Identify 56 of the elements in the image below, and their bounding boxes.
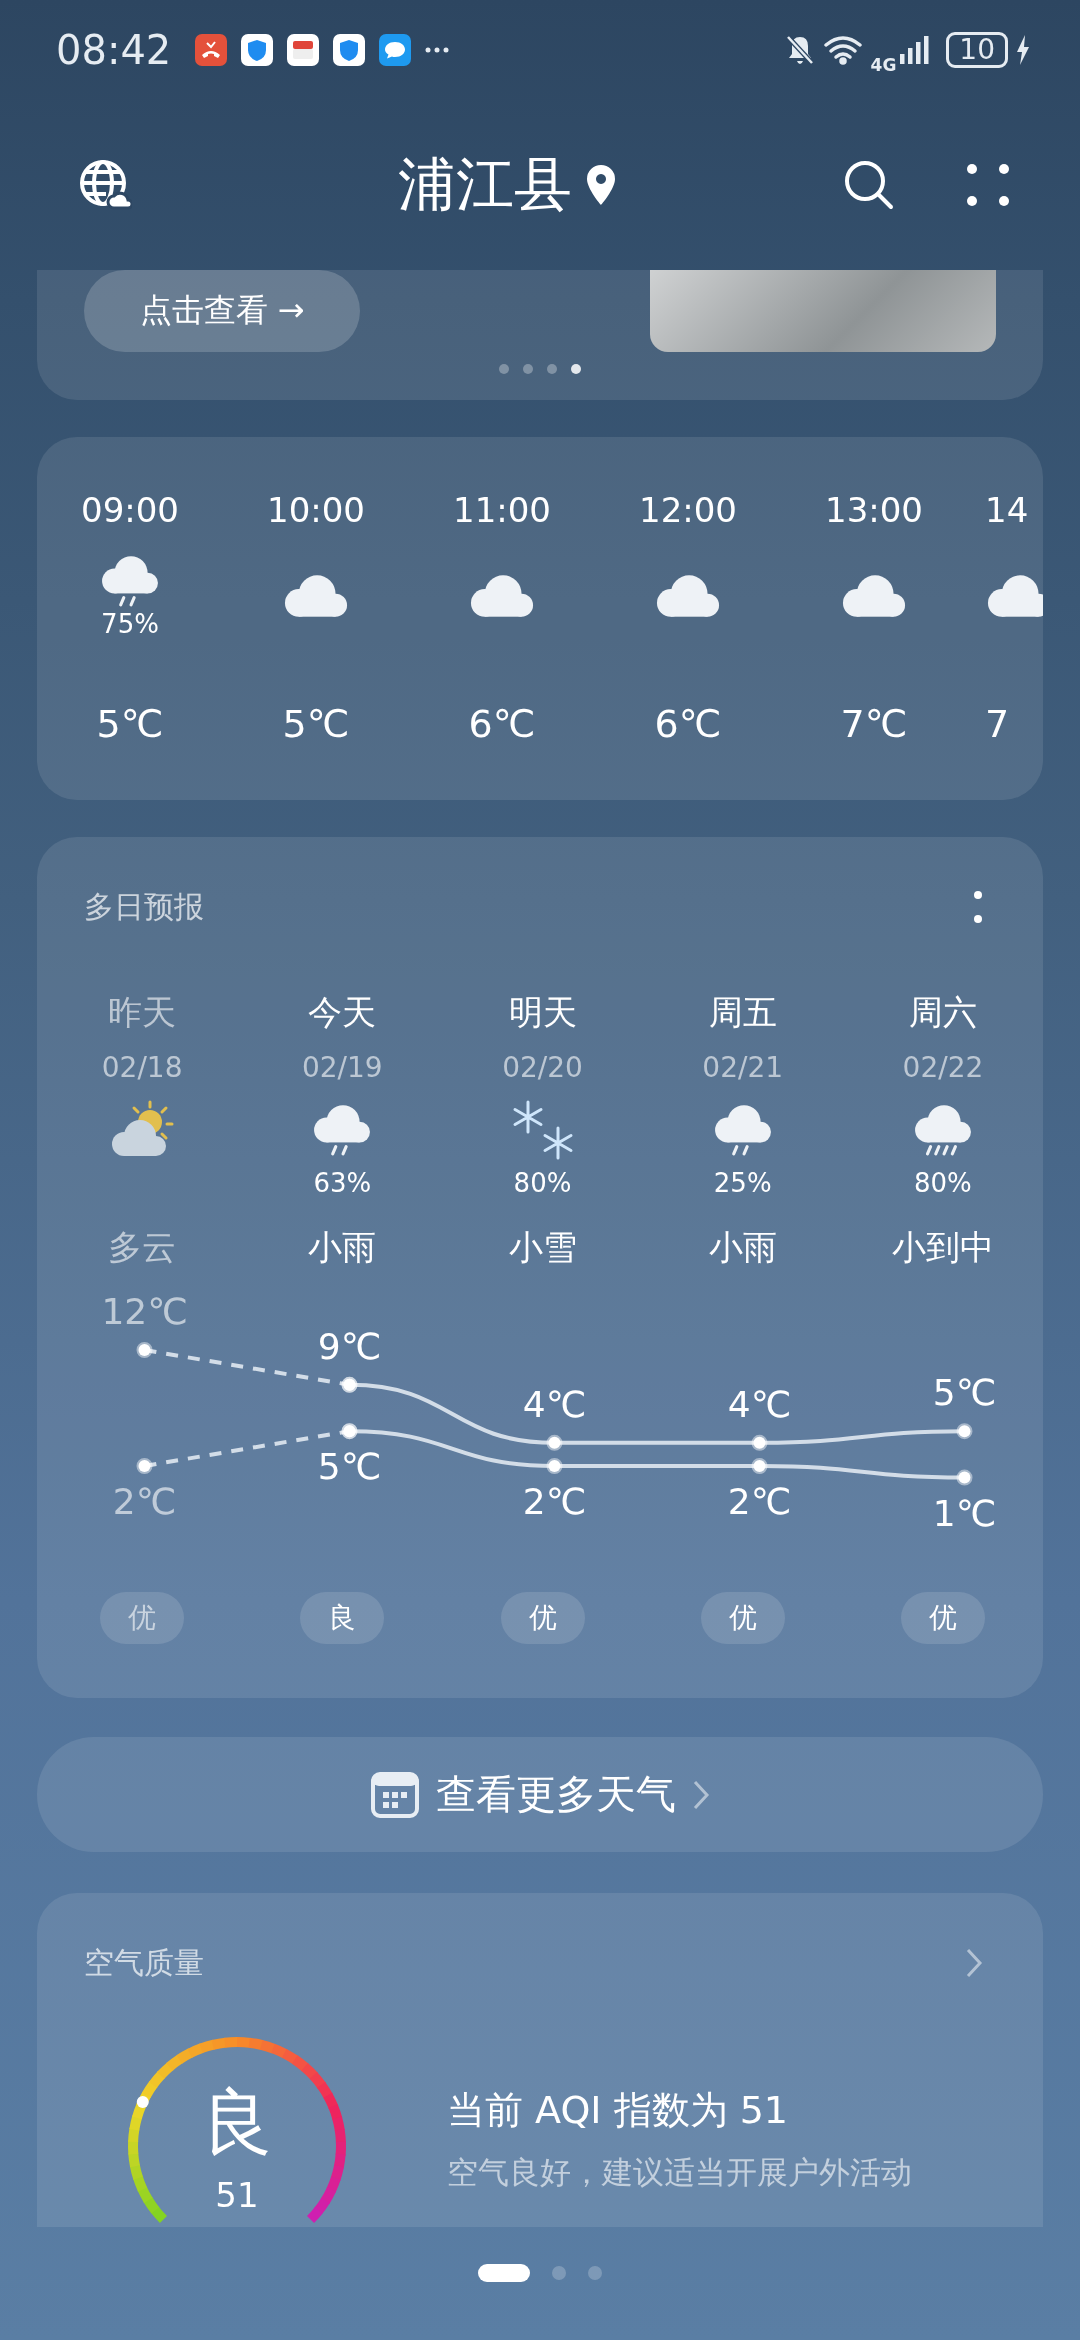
- precipitation-chance: 25%: [713, 1167, 772, 1200]
- hour-temperature: 5℃: [282, 701, 350, 747]
- aqi-advice: 空气良好，建议适当开展户外活动: [447, 2153, 912, 2192]
- hour-time: 12:00: [639, 489, 737, 531]
- day-date: 02/20: [502, 1050, 583, 1086]
- day-name: 周五: [708, 991, 777, 1034]
- hour-temperature: 7℃: [840, 701, 908, 747]
- precipitation-chance: 80%: [914, 1167, 972, 1200]
- day-name: 周六: [908, 991, 977, 1034]
- weather-condition: 多云: [108, 1226, 177, 1269]
- hour-temperature: 5℃: [96, 701, 164, 747]
- temperature-label: 4℃: [727, 1383, 792, 1425]
- hour-time: 13:00: [825, 489, 923, 531]
- temperature-label: 4℃: [522, 1383, 587, 1425]
- air-quality-badge: 良: [300, 1592, 385, 1644]
- hour-time: 11:00: [453, 489, 551, 531]
- air-quality-badge: 优: [100, 1592, 185, 1644]
- precipitation-chance: 63%: [313, 1167, 372, 1200]
- day-name: 昨天: [108, 991, 177, 1034]
- hour-temperature: 7: [985, 701, 1010, 747]
- hour-temperature: 6℃: [468, 701, 536, 747]
- aqi-value: 51: [214, 2175, 260, 2215]
- temperature-label: 1℃: [932, 1492, 997, 1534]
- hour-temperature: 6℃: [654, 701, 722, 747]
- air-quality-badge: 优: [500, 1592, 585, 1644]
- day-date: 02/22: [902, 1050, 984, 1086]
- network-type: 4G: [870, 55, 897, 75]
- day-date: 02/18: [101, 1050, 183, 1086]
- weather-condition: 小雪: [508, 1226, 577, 1269]
- temperature-label: 9℃: [317, 1325, 382, 1367]
- section-title: 多日预报: [84, 887, 204, 926]
- air-quality-badge: 优: [900, 1592, 985, 1644]
- temperature-label: 2℃: [112, 1481, 177, 1522]
- hour-time: 10:00: [267, 489, 365, 531]
- air-quality-badge: 优: [700, 1592, 785, 1644]
- precipitation-chance: 75%: [101, 609, 159, 639]
- weather-condition: 小雨: [708, 1226, 777, 1269]
- status-time: 08:42: [56, 27, 172, 73]
- weather-condition: 小到中: [891, 1226, 994, 1269]
- section-title: 空气质量: [84, 1943, 204, 1982]
- precipitation-chance: 80%: [513, 1167, 572, 1200]
- day-name: 今天: [308, 991, 377, 1034]
- aqi-headline: 当前 AQI 指数为 51: [447, 2087, 790, 2134]
- aqi-grade: 良: [200, 2081, 274, 2163]
- weather-condition: 小雨: [308, 1226, 377, 1269]
- temperature-label: 2℃: [522, 1481, 587, 1522]
- battery-indicator: 10: [946, 32, 1008, 68]
- temperature-label: 12℃: [101, 1291, 188, 1332]
- hour-time: 14: [985, 489, 1029, 531]
- hour-time: 09:00: [81, 489, 179, 531]
- temperature-label: 2℃: [727, 1481, 792, 1522]
- temperature-label: 5℃: [932, 1372, 997, 1414]
- day-name: 明天: [508, 991, 577, 1034]
- day-date: 02/21: [702, 1050, 784, 1086]
- temperature-label: 5℃: [317, 1446, 382, 1488]
- day-date: 02/19: [301, 1050, 383, 1086]
